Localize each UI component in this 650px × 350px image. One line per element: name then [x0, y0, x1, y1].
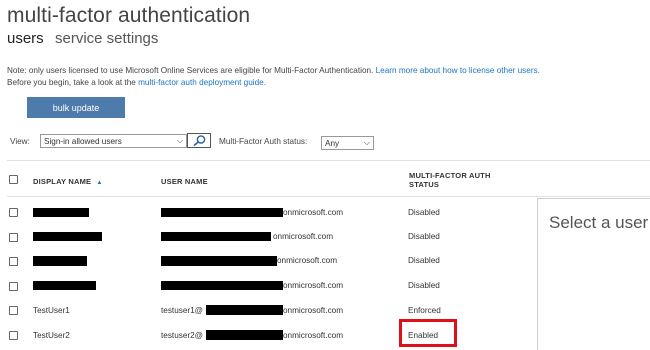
redacted-user-name	[161, 256, 277, 266]
redacted-display-name	[33, 208, 89, 217]
redacted-display-name	[33, 232, 102, 241]
select-user-message: Select a user	[549, 213, 649, 232]
mfa-status-value: Any	[325, 138, 340, 148]
col-mfa-status-label-2: STATUS	[409, 180, 440, 189]
redacted-user-name	[161, 281, 283, 290]
mfa-status: Disabled	[408, 208, 440, 217]
row-checkbox[interactable]	[9, 306, 18, 315]
user-name-suffix: onmicrosoft.com	[277, 256, 338, 265]
user-name-suffix: onmicrosoft.com	[283, 208, 344, 217]
deployment-guide-link[interactable]: multi-factor auth deployment guide.	[138, 78, 266, 87]
notice-text-2: Before you begin, take a look at the	[7, 77, 136, 87]
user-name-suffix: onmicrosoft.com	[273, 232, 334, 241]
search-icon	[192, 135, 205, 146]
col-user-name[interactable]: USER NAME	[161, 177, 208, 186]
redacted-user-name	[206, 305, 283, 315]
redacted-display-name	[33, 281, 96, 290]
divider	[7, 160, 650, 161]
col-mfa-status-label-1: MULTI-FACTOR AUTH	[409, 171, 491, 180]
sort-ascending-icon: ▲	[96, 180, 103, 186]
col-display-name[interactable]: DISPLAY NAME ▲	[33, 177, 103, 186]
select-all-checkbox[interactable]	[9, 175, 18, 184]
redacted-user-name	[206, 330, 283, 340]
user-name-prefix: testuser2@	[161, 331, 203, 340]
col-display-name-label: DISPLAY NAME	[33, 177, 92, 186]
redacted-display-name	[33, 256, 87, 266]
col-mfa-status[interactable]: MULTI-FACTOR AUTH STATUS	[409, 171, 491, 189]
page-title: multi-factor authentication	[7, 4, 251, 27]
view-select-value: Sign-in allowed users	[44, 136, 122, 146]
display-name: TestUser1	[33, 306, 70, 315]
chevron-down-icon: ⌵	[176, 136, 183, 145]
licensing-notice: Note: only users licensed to use Microso…	[7, 65, 540, 89]
row-checkbox[interactable]	[9, 208, 18, 217]
notice-text: Note: only users licensed to use Microso…	[7, 66, 374, 75]
display-name: TestUser2	[33, 331, 70, 340]
row-checkbox[interactable]	[9, 257, 18, 266]
tab-service-settings[interactable]: service settings	[55, 30, 158, 47]
license-users-link[interactable]: Learn more about how to license other us…	[376, 66, 540, 75]
mfa-status: Disabled	[408, 281, 440, 290]
enabled-status-highlight	[399, 319, 457, 347]
tab-users[interactable]: users	[7, 30, 44, 47]
user-name-suffix: onmicrosoft.com	[283, 281, 344, 290]
chevron-down-icon: ⌵	[363, 138, 370, 147]
mfa-status: Disabled	[408, 232, 440, 241]
mfa-status-label: Multi-Factor Auth status:	[219, 137, 308, 146]
redacted-user-name	[161, 208, 283, 217]
user-name-prefix: testuser1@	[161, 306, 203, 315]
search-button[interactable]	[187, 133, 211, 148]
bulk-update-button[interactable]: bulk update	[27, 97, 125, 118]
row-checkbox[interactable]	[9, 331, 18, 340]
view-select[interactable]: Sign-in allowed users ⌵	[40, 134, 187, 148]
mfa-status: Disabled	[408, 256, 440, 265]
user-name-suffix: onmicrosoft.com	[283, 306, 344, 315]
redacted-user-name	[161, 232, 271, 241]
view-label: View:	[10, 137, 30, 146]
row-checkbox[interactable]	[9, 282, 18, 291]
user-name-suffix: onmicrosoft.com	[283, 331, 344, 340]
divider	[7, 196, 650, 197]
row-checkbox[interactable]	[9, 233, 18, 242]
mfa-status-select[interactable]: Any ⌵	[321, 136, 374, 150]
mfa-status: Enforced	[408, 306, 441, 315]
